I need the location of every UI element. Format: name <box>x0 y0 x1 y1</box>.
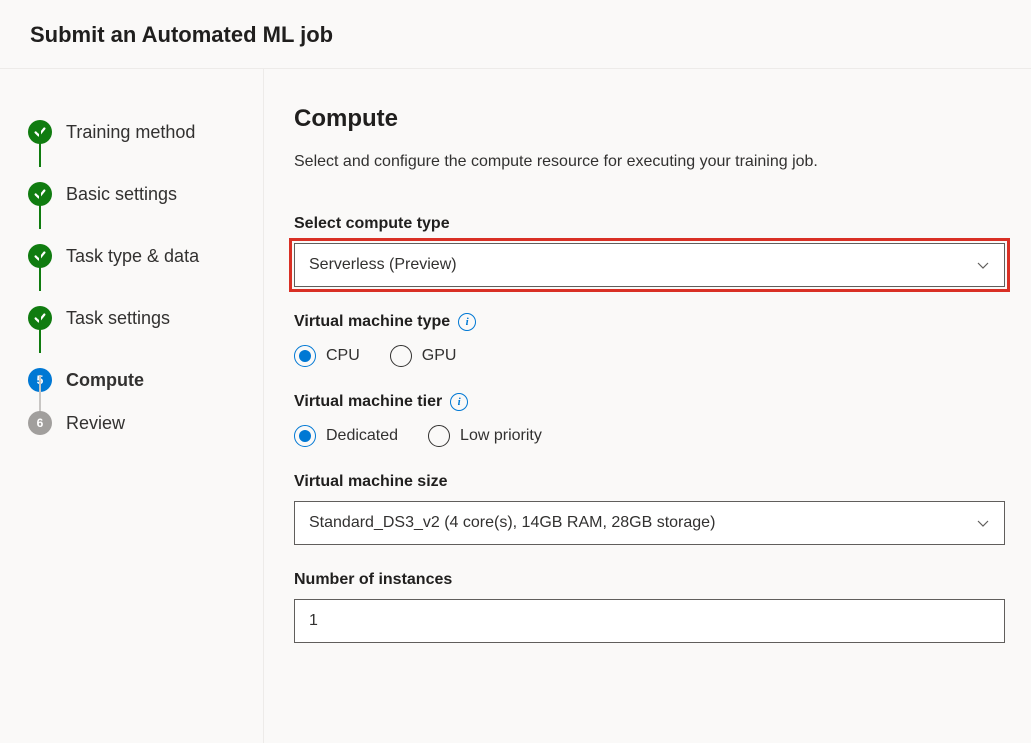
step-task-type-data[interactable]: Task type & data <box>28 225 241 287</box>
step-label: Task type & data <box>66 246 199 267</box>
step-review[interactable]: 6 Review <box>28 411 241 443</box>
radio-label: Dedicated <box>326 427 398 445</box>
step-label: Training method <box>66 122 195 143</box>
vm-type-label: Virtual machine type i <box>294 313 1005 331</box>
radio-icon <box>390 345 412 367</box>
step-label: Basic settings <box>66 184 177 205</box>
radio-label: Low priority <box>460 427 542 445</box>
instances-label: Number of instances <box>294 571 1005 589</box>
radio-icon <box>294 425 316 447</box>
vm-type-cpu-radio[interactable]: CPU <box>294 345 360 367</box>
chevron-down-icon <box>976 258 990 272</box>
vm-tier-lowpriority-radio[interactable]: Low priority <box>428 425 542 447</box>
vm-type-gpu-radio[interactable]: GPU <box>390 345 457 367</box>
info-icon[interactable]: i <box>450 393 468 411</box>
info-icon[interactable]: i <box>458 313 476 331</box>
compute-type-field: Select compute type Serverless (Preview) <box>294 215 1005 287</box>
vm-size-select[interactable]: Standard_DS3_v2 (4 core(s), 14GB RAM, 28… <box>294 501 1005 545</box>
content-wrapper: Training method Basic settings Task type… <box>0 69 1031 743</box>
radio-label: GPU <box>422 347 457 365</box>
vm-tier-dedicated-radio[interactable]: Dedicated <box>294 425 398 447</box>
vm-type-field: Virtual machine type i CPU GPU <box>294 313 1005 367</box>
step-label: Review <box>66 413 125 434</box>
page-title: Submit an Automated ML job <box>30 22 1001 48</box>
step-label: Task settings <box>66 308 170 329</box>
step-basic-settings[interactable]: Basic settings <box>28 163 241 225</box>
vm-tier-radio-group: Dedicated Low priority <box>294 425 1005 447</box>
radio-icon <box>428 425 450 447</box>
compute-type-value: Serverless (Preview) <box>309 256 457 274</box>
step-label: Compute <box>66 370 144 391</box>
main-panel: Compute Select and configure the compute… <box>264 69 1031 743</box>
vm-tier-label: Virtual machine tier i <box>294 393 1005 411</box>
vm-size-label: Virtual machine size <box>294 473 1005 491</box>
step-compute[interactable]: 5 Compute <box>28 349 241 411</box>
vm-size-field: Virtual machine size Standard_DS3_v2 (4 … <box>294 473 1005 545</box>
page-header: Submit an Automated ML job <box>0 0 1031 69</box>
compute-type-label: Select compute type <box>294 215 1005 233</box>
step-number-icon: 6 <box>28 411 52 435</box>
radio-label: CPU <box>326 347 360 365</box>
section-title: Compute <box>294 105 1005 133</box>
vm-size-value: Standard_DS3_v2 (4 core(s), 14GB RAM, 28… <box>309 514 715 532</box>
radio-icon <box>294 345 316 367</box>
instances-input[interactable] <box>294 599 1005 643</box>
wizard-sidebar: Training method Basic settings Task type… <box>0 69 264 743</box>
compute-type-select[interactable]: Serverless (Preview) <box>294 243 1005 287</box>
section-description: Select and configure the compute resourc… <box>294 153 1005 171</box>
chevron-down-icon <box>976 516 990 530</box>
step-list: Training method Basic settings Task type… <box>28 101 241 443</box>
vm-tier-field: Virtual machine tier i Dedicated Low pri… <box>294 393 1005 447</box>
instances-field: Number of instances <box>294 571 1005 643</box>
vm-type-radio-group: CPU GPU <box>294 345 1005 367</box>
step-training-method[interactable]: Training method <box>28 101 241 163</box>
step-task-settings[interactable]: Task settings <box>28 287 241 349</box>
